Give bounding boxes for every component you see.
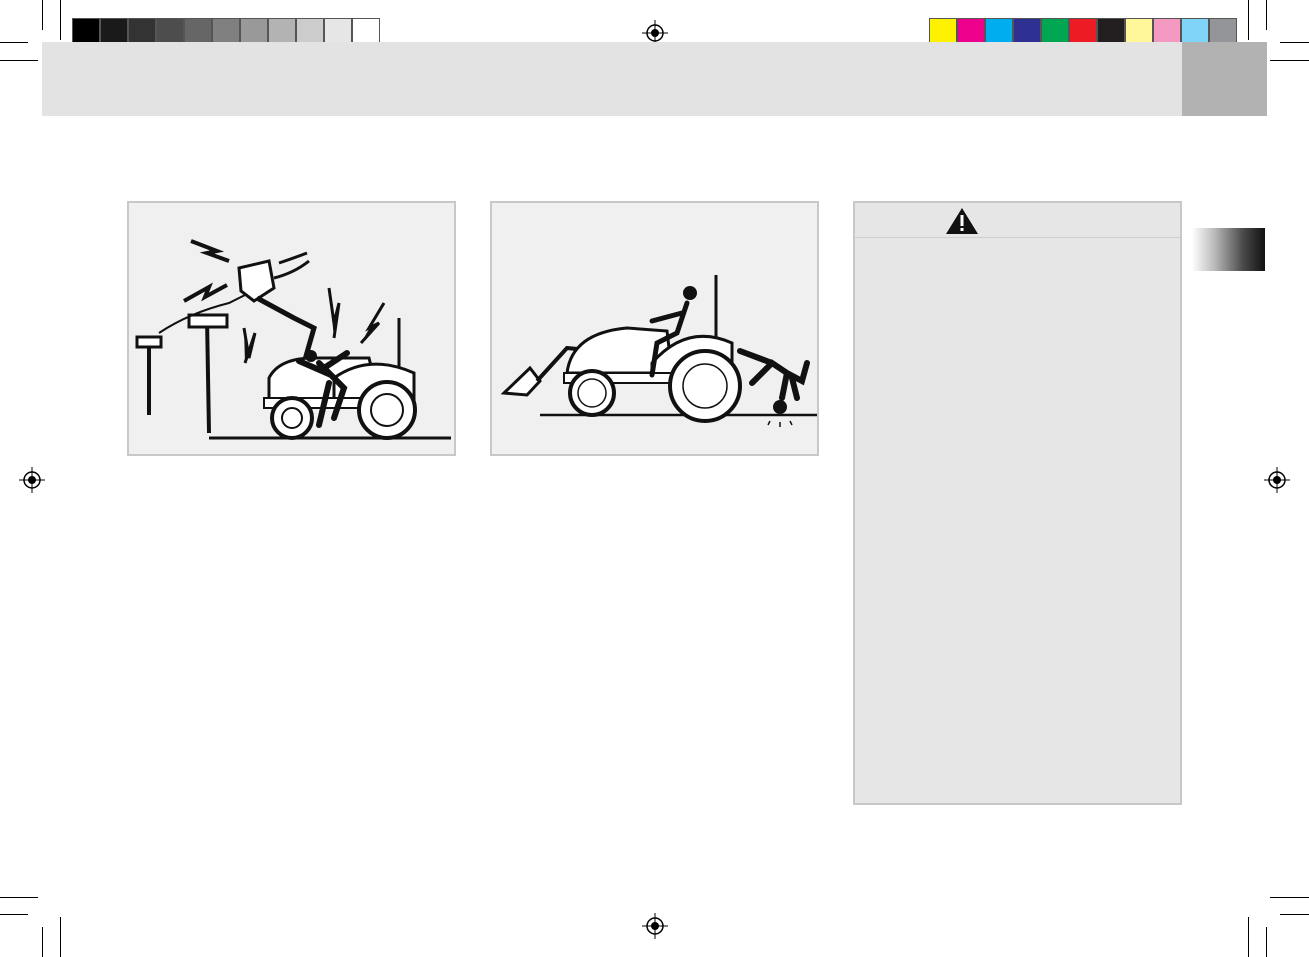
registration-mark-right bbox=[1264, 467, 1290, 493]
section-thumb-tab bbox=[1192, 228, 1265, 271]
warning-header bbox=[855, 203, 1180, 238]
page-header-tab bbox=[1182, 42, 1267, 116]
warning-box bbox=[853, 201, 1182, 805]
figure-power-line-hazard bbox=[127, 201, 456, 456]
warning-triangle-icon bbox=[946, 208, 978, 234]
page-header-band bbox=[42, 42, 1182, 116]
figure-run-over-hazard bbox=[490, 201, 819, 456]
registration-mark-bottom bbox=[642, 913, 668, 939]
registration-mark-left bbox=[19, 467, 45, 493]
tractor-loader-power-line-hazard-icon bbox=[135, 239, 451, 440]
tractor-run-over-person-hazard-icon bbox=[500, 275, 817, 427]
